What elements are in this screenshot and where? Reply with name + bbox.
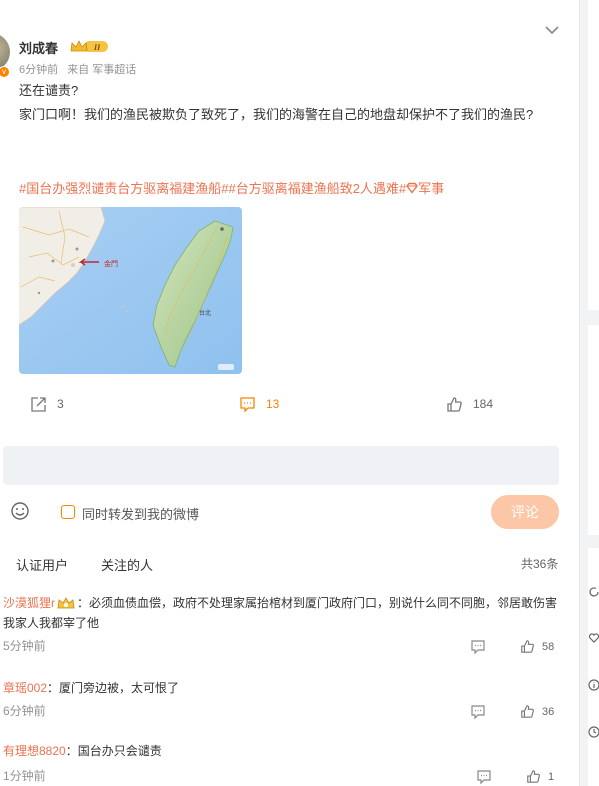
comment-body: 章瑶002：厦门旁边被，太可恨了 bbox=[3, 678, 559, 698]
topic-link[interactable]: 军事 bbox=[418, 181, 444, 196]
comment-icon bbox=[240, 396, 255, 413]
map-label-kinmen: 金門 bbox=[104, 259, 118, 268]
comment-item: 有理想8820：国台办只会谴责 1分钟前 1 bbox=[3, 741, 559, 785]
comment-item: 章瑶002：厦门旁边被，太可恨了 6分钟前 36 bbox=[3, 678, 559, 720]
chevron-down-icon[interactable] bbox=[544, 22, 560, 38]
post-text-body: 家门口啊！我们的渔民被欺负了致死了，我们的海警在自己的地盘却保护不了我们的渔民? bbox=[19, 107, 534, 122]
comment-username[interactable]: 有理想8820 bbox=[3, 744, 66, 758]
comment-like-count: 1 bbox=[548, 770, 555, 783]
submit-comment-button[interactable]: 评论 bbox=[491, 495, 559, 529]
share-count: 3 bbox=[57, 397, 64, 411]
comment-button[interactable]: 13 bbox=[239, 393, 279, 415]
verified-badge-icon: v bbox=[0, 66, 10, 78]
like-icon bbox=[521, 705, 534, 718]
info-icon[interactable] bbox=[588, 679, 599, 691]
crown-badge-icon bbox=[57, 597, 75, 609]
post-tags[interactable]: #国台办强烈谴责台方驱离福建渔船##台方驱离福建渔船致2人遇难# 军事 bbox=[19, 179, 444, 199]
like-icon bbox=[521, 640, 534, 653]
like-button[interactable]: 184 bbox=[446, 393, 493, 415]
sidebar-card bbox=[588, 548, 599, 786]
tab-following[interactable]: 关注的人 bbox=[101, 555, 153, 574]
hashtags[interactable]: #国台办强烈谴责台方驱离福建渔船##台方驱离福建渔船致2人遇难# bbox=[19, 181, 406, 196]
comment-body: 有理想8820：国台办只会谴责 bbox=[3, 741, 559, 761]
comment-like-button[interactable]: 1 bbox=[526, 769, 554, 784]
topic-icon bbox=[406, 182, 419, 194]
tab-verified-users[interactable]: 认证用户 bbox=[16, 555, 68, 574]
repost-label[interactable]: 同时转发到我的微博 bbox=[82, 504, 199, 523]
comment-like-count: 58 bbox=[542, 640, 555, 653]
reply-icon[interactable] bbox=[476, 769, 492, 785]
comment-item: 沙漠狐狸r ：必须血债血偿，政府不处理家属抬棺材到厦门政府门口，别说什么同不同胞，… bbox=[3, 593, 559, 655]
comment-text: ：必须血债血偿，政府不处理家属抬棺材到厦门政府门口，别说什么同不同胞，邻居敢伤害… bbox=[3, 596, 558, 630]
comment-body: 沙漠狐狸r ：必须血债血偿，政府不处理家属抬棺材到厦门政府门口，别说什么同不同胞，… bbox=[3, 593, 559, 633]
comment-text: ：厦门旁边被，太可恨了 bbox=[47, 681, 180, 695]
map-image[interactable]: 金門 台北 bbox=[19, 207, 242, 374]
heart-icon[interactable] bbox=[588, 632, 599, 644]
comment-username[interactable]: 章瑶002 bbox=[3, 681, 47, 695]
post-time[interactable]: 6分钟前 bbox=[19, 64, 58, 76]
sidebar-card bbox=[588, 325, 599, 535]
clock-icon[interactable] bbox=[588, 726, 599, 738]
comment-time: 1分钟前 bbox=[3, 769, 46, 783]
post-username[interactable]: 刘成春 bbox=[19, 38, 58, 57]
like-icon bbox=[447, 396, 462, 412]
right-sidebar bbox=[579, 0, 599, 786]
comment-time: 5分钟前 bbox=[3, 639, 46, 653]
comment-like-button[interactable]: 36 bbox=[520, 704, 554, 719]
reply-icon[interactable] bbox=[470, 704, 486, 720]
share-button[interactable]: 3 bbox=[30, 393, 64, 415]
post-meta: 6分钟前 来自 军事超话 bbox=[19, 61, 142, 77]
post-source[interactable]: 来自 军事超话 bbox=[67, 64, 136, 76]
post-text-line1: 还在谴责? bbox=[19, 83, 79, 98]
repost-checkbox[interactable] bbox=[61, 505, 75, 519]
like-count: 184 bbox=[473, 397, 494, 411]
share-icon bbox=[31, 396, 46, 412]
comment-username[interactable]: 沙漠狐狸r bbox=[3, 596, 55, 610]
comment-input[interactable] bbox=[3, 446, 559, 485]
comment-total: 共36条 bbox=[521, 557, 559, 571]
sidebar-card bbox=[588, 0, 599, 310]
comment-like-button[interactable]: 58 bbox=[520, 639, 554, 654]
comment-time: 6分钟前 bbox=[3, 704, 46, 718]
reply-icon[interactable] bbox=[470, 639, 486, 655]
emoji-icon[interactable] bbox=[10, 501, 30, 521]
map-label-taipei: 台北 bbox=[199, 309, 211, 317]
comment-text: ：国台办只会谴责 bbox=[65, 744, 162, 758]
comment-like-count: 36 bbox=[542, 705, 555, 718]
like-icon bbox=[527, 770, 540, 783]
refresh-icon[interactable] bbox=[588, 586, 599, 598]
comment-count: 13 bbox=[266, 397, 280, 411]
svg-text:II: II bbox=[93, 43, 101, 52]
vip-crown-icon: II bbox=[70, 40, 108, 52]
